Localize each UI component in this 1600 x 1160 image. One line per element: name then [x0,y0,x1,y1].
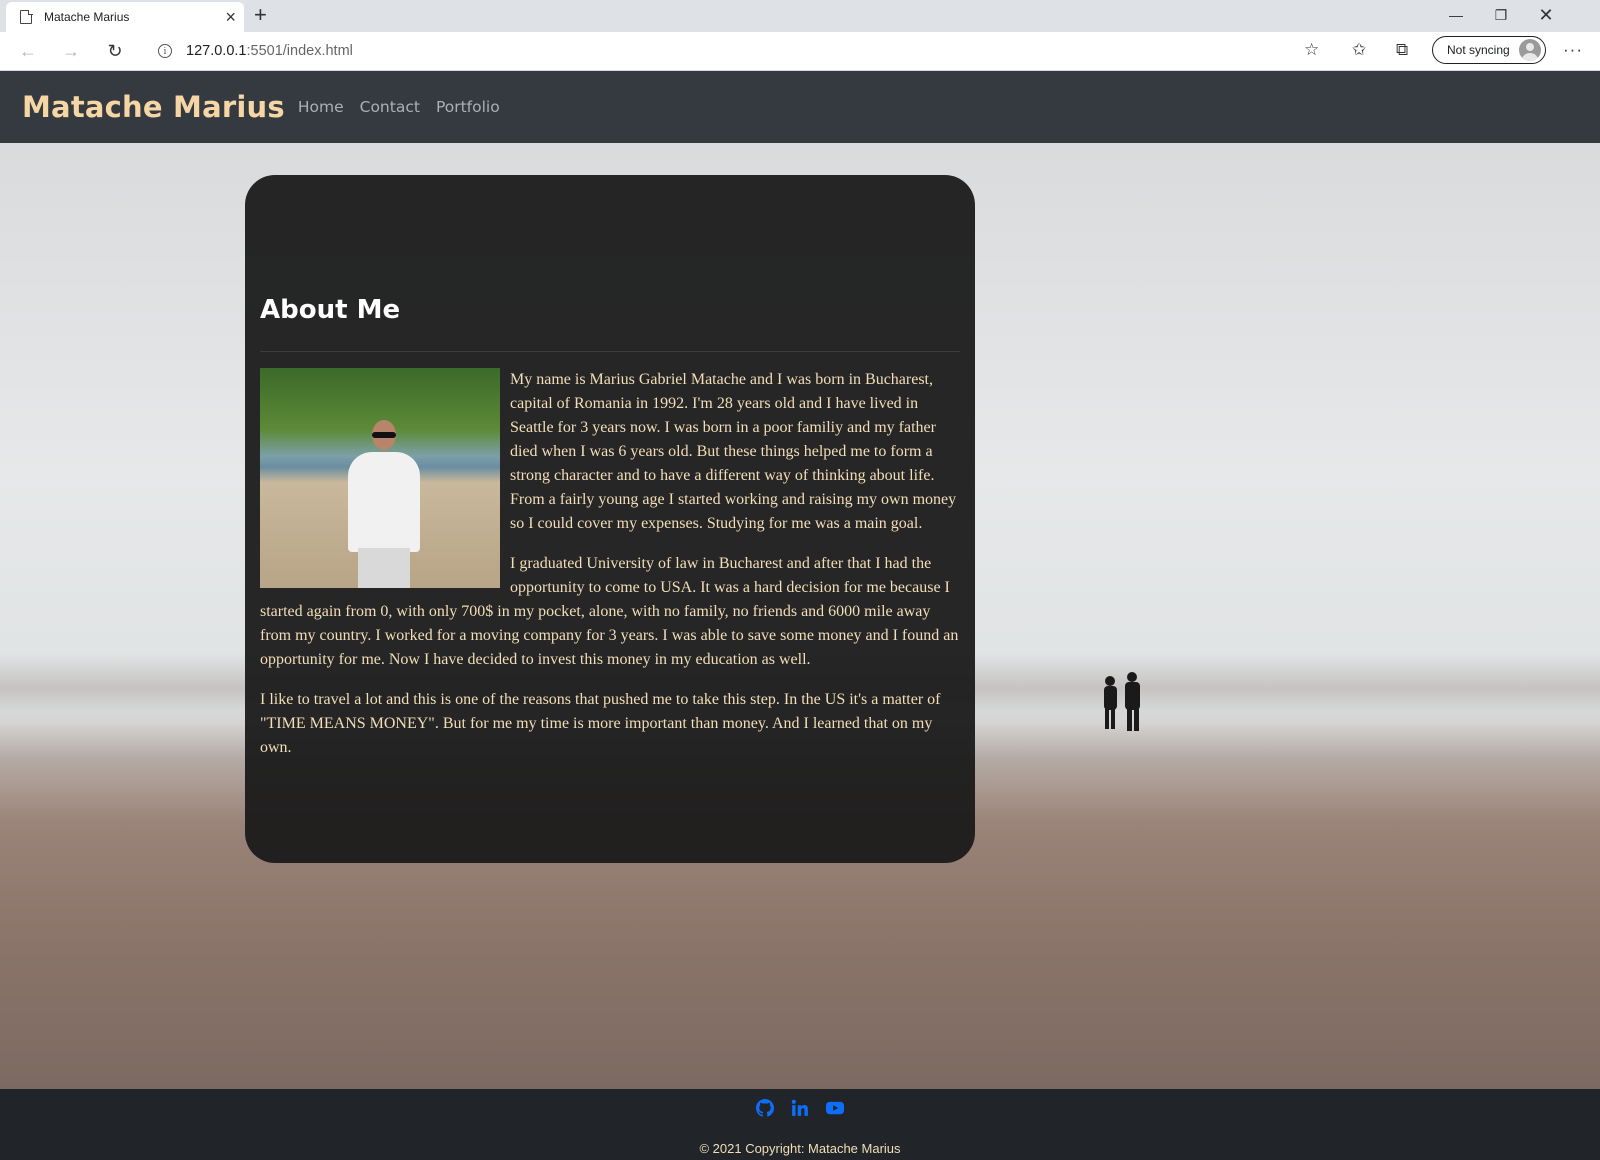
url-path: :5501/index.html [246,43,353,59]
about-card: About Me My name is Marius Gabriel Matac… [245,175,975,863]
about-paragraph-3: I like to travel a lot and this is one o… [260,691,941,756]
close-window-icon[interactable]: ✕ [1523,0,1569,30]
avatar [1518,39,1541,61]
info-icon[interactable]: i [158,44,172,58]
add-favorite-icon[interactable]: ☆ [1304,40,1319,60]
sync-label: Not syncing [1447,43,1510,57]
url-field[interactable]: i 127.0.0.1:5501/index.html [144,36,1332,66]
refresh-icon[interactable]: ↻ [101,38,129,64]
hero-background: About Me My name is Marius Gabriel Matac… [0,143,1600,1089]
more-menu-icon[interactable]: ··· [1563,40,1583,60]
restore-icon[interactable]: ❐ [1478,0,1524,30]
tab-title: Matache Marius [44,10,130,24]
browser-tab[interactable]: Matache Marius × [6,2,244,32]
site-navbar: Matache Marius Home Contact Portfolio [0,71,1600,143]
back-icon[interactable]: ← [14,38,42,64]
linkedin-icon[interactable] [791,1099,809,1117]
minimize-icon[interactable]: — [1433,0,1479,30]
nav-link-portfolio[interactable]: Portfolio [436,98,500,116]
nav-link-home[interactable]: Home [298,98,344,116]
new-tab-icon[interactable]: + [254,3,267,27]
address-bar: ← → ↻ i 127.0.0.1:5501/index.html ☆ ✩ ⧉ … [0,32,1600,71]
nav-link-contact[interactable]: Contact [360,98,420,116]
favorites-icon[interactable]: ✩ [1352,40,1366,60]
people-walking-image [1104,672,1140,731]
profile-sync-button[interactable]: Not syncing [1432,36,1546,64]
github-icon[interactable] [756,1099,774,1117]
profile-photo [260,368,500,588]
collections-icon[interactable]: ⧉ [1396,40,1408,60]
page-icon [20,9,33,24]
site-footer: © 2021 Copyright: Matache Marius [0,1089,1600,1160]
social-links [0,1099,1600,1117]
forward-icon[interactable]: → [57,38,85,64]
youtube-icon[interactable] [826,1099,844,1117]
close-tab-icon[interactable]: × [225,8,236,26]
browser-tabstrip: Matache Marius × + — ❐ ✕ [0,0,1600,32]
url-host: 127.0.0.1 [186,43,247,59]
divider [260,351,960,352]
copyright-text: © 2021 Copyright: Matache Marius [699,1141,901,1156]
site-brand[interactable]: Matache Marius [22,90,285,124]
about-body: My name is Marius Gabriel Matache and I … [260,368,962,776]
about-title: About Me [260,295,401,325]
